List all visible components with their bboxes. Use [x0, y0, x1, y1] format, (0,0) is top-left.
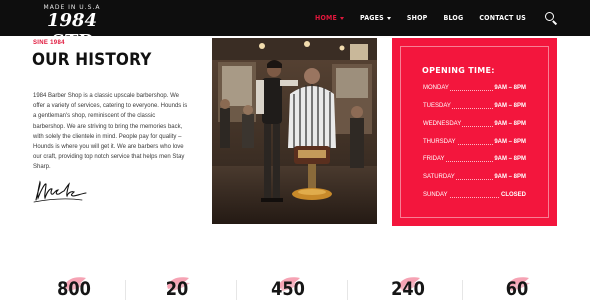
hours-time: 9AM – 8PM: [493, 85, 527, 91]
nav-item-pages[interactable]: PAGES: [360, 14, 391, 22]
hours-day: THURSDAY: [422, 139, 457, 145]
stat-value: 800: [57, 278, 91, 300]
hours-row: FRIDAY 9AM – 8PM: [422, 156, 527, 166]
nav-item-blog[interactable]: BLOG: [443, 14, 463, 22]
hours-day: FRIDAY: [422, 156, 446, 162]
stat-divider: [236, 280, 237, 300]
opening-hours-title: OPENING TIME:: [422, 66, 495, 75]
chevron-down-icon: [386, 16, 391, 20]
hours-row: MONDAY 9AM – 8PM: [422, 85, 527, 95]
nav-item-contact[interactable]: CONTACT US: [479, 14, 526, 22]
site-header: MADE IN U.S.A 1984 STD HOME PAGES SHOP B…: [0, 0, 590, 52]
stat-value: 450: [271, 278, 305, 300]
nav-item-blog-label: BLOG: [443, 14, 464, 22]
hours-row: WEDNESDAY 9AM – 8PM: [422, 121, 527, 131]
stat-divider: [462, 280, 463, 300]
history-body: 1984 Barber Shop is a classic upscale ba…: [33, 93, 188, 171]
stat-value: 20: [165, 278, 189, 300]
hours-row: SUNDAY CLOSED: [422, 192, 527, 202]
hours-time: 9AM – 8PM: [493, 139, 527, 145]
section-kicker: SINE 1984: [33, 40, 65, 46]
barber-photo: [212, 38, 377, 224]
stat-item: 800: [34, 266, 114, 300]
nav-item-pages-label: PAGES: [360, 14, 384, 22]
section-title: OUR HISTORY: [32, 50, 152, 70]
site-logo[interactable]: MADE IN U.S.A 1984 STD: [32, 4, 112, 52]
hours-time: 9AM – 8PM: [493, 121, 527, 127]
hours-time: 9AM – 8PM: [493, 156, 527, 162]
stats-strip: 800 20 450 240 60: [0, 266, 590, 300]
nav-item-shop-label: SHOP: [406, 14, 428, 22]
search-icon[interactable]: [544, 11, 558, 25]
stat-value: 240: [391, 278, 425, 300]
hours-row: SATURDAY 9AM – 8PM: [422, 174, 527, 184]
hours-day: TUESDAY: [422, 103, 452, 109]
hours-day: WEDNESDAY: [422, 121, 463, 127]
stat-divider: [347, 280, 348, 300]
nav-item-home[interactable]: HOME: [315, 14, 345, 22]
chevron-down-icon: [340, 16, 345, 20]
stat-item: 240: [368, 266, 448, 300]
hours-day: SATURDAY: [422, 174, 456, 180]
stat-item: 20: [137, 266, 217, 300]
stat-divider: [125, 280, 126, 300]
main-nav: HOME PAGES SHOP BLOG CONTACT US: [299, 0, 558, 36]
hours-row: TUESDAY 9AM – 8PM: [422, 103, 527, 113]
nav-item-shop[interactable]: SHOP: [407, 14, 428, 22]
hours-time: 9AM – 8PM: [493, 174, 527, 180]
hours-row: THURSDAY 9AM – 8PM: [422, 139, 527, 149]
hours-day: SUNDAY: [422, 192, 449, 198]
hours-time: 9AM – 8PM: [493, 103, 527, 109]
stat-value: 60: [505, 278, 529, 300]
stat-item: 60: [477, 266, 557, 300]
hours-time: CLOSED: [499, 192, 527, 198]
signature-image: [33, 180, 87, 203]
nav-item-contact-label: CONTACT US: [479, 14, 526, 22]
stat-item: 450: [248, 266, 328, 300]
hours-day: MONDAY: [422, 85, 450, 91]
nav-item-home-label: HOME: [315, 14, 338, 22]
